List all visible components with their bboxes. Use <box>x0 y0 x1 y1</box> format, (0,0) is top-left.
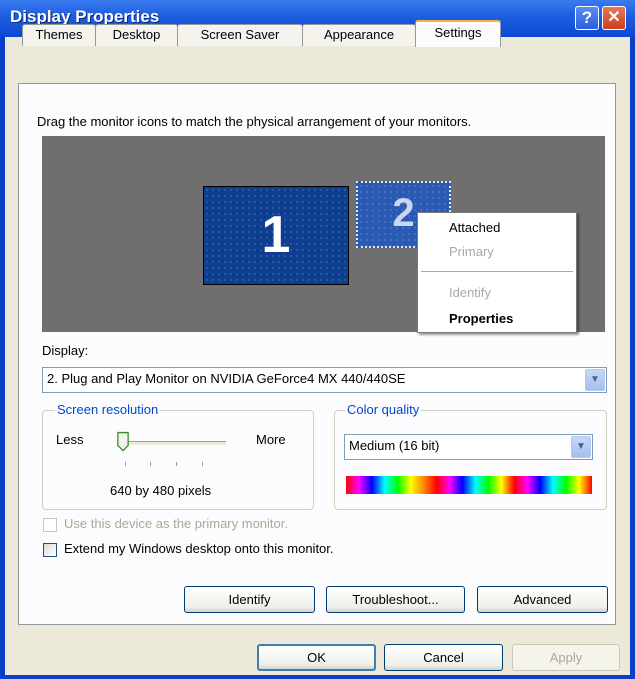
cancel-button[interactable]: Cancel <box>384 644 503 671</box>
apply-button[interactable]: Apply <box>512 644 620 671</box>
color-quality-group <box>334 410 607 510</box>
resolution-value: 640 by 480 pixels <box>110 483 212 498</box>
primary-monitor-checkbox[interactable] <box>43 518 57 532</box>
tab-label: Themes <box>35 27 83 42</box>
instruction-text: Drag the monitor icons to match the phys… <box>37 114 472 129</box>
slider-tick <box>125 462 126 466</box>
close-icon: ✕ <box>607 9 621 26</box>
monitor-number: 2 <box>392 191 415 235</box>
slider-tick <box>202 462 203 466</box>
menu-item-identify[interactable]: Identify <box>449 285 491 300</box>
tab-themes[interactable]: Themes <box>22 24 96 46</box>
slider-tick <box>176 462 177 466</box>
color-quality-select[interactable]: Medium (16 bit) ▼ <box>344 434 593 460</box>
dropdown-arrow-icon[interactable]: ▼ <box>585 369 605 391</box>
slider-tick <box>150 462 151 466</box>
resolution-slider-thumb[interactable] <box>117 431 129 453</box>
menu-item-properties[interactable]: Properties <box>449 311 513 326</box>
menu-item-primary[interactable]: Primary <box>449 244 494 259</box>
primary-monitor-label: Use this device as the primary monitor. <box>64 516 288 531</box>
troubleshoot-button[interactable]: Troubleshoot... <box>326 586 465 613</box>
menu-item-attached[interactable]: Attached <box>449 220 500 235</box>
tab-label: Settings <box>434 25 482 40</box>
display-select-value: 2. Plug and Play Monitor on NVIDIA GeFor… <box>47 371 406 386</box>
screen-resolution-label: Screen resolution <box>55 402 161 417</box>
tab-label: Desktop <box>112 27 161 42</box>
color-quality-value: Medium (16 bit) <box>349 438 440 453</box>
monitor-number: 1 <box>261 206 291 264</box>
identify-button[interactable]: Identify <box>184 586 315 613</box>
display-select[interactable]: 2. Plug and Play Monitor on NVIDIA GeFor… <box>42 367 607 393</box>
monitor-context-menu: Attached Primary Identify Properties <box>417 212 577 333</box>
ok-button[interactable]: OK <box>257 644 376 671</box>
display-label: Display: <box>42 343 89 358</box>
resolution-less-label: Less <box>56 432 84 447</box>
extend-desktop-checkbox[interactable] <box>43 543 57 557</box>
extend-desktop-label: Extend my Windows desktop onto this moni… <box>64 541 334 556</box>
color-quality-label: Color quality <box>345 402 422 417</box>
monitor-1-icon[interactable]: 1 <box>203 186 349 285</box>
help-button[interactable]: ? <box>575 6 599 30</box>
close-button[interactable]: ✕ <box>602 6 626 30</box>
advanced-button[interactable]: Advanced <box>477 586 608 613</box>
resolution-more-label: More <box>256 432 286 447</box>
tab-appearance[interactable]: Appearance <box>302 24 416 46</box>
menu-separator <box>421 271 573 272</box>
color-spectrum-bar <box>346 476 592 494</box>
help-icon: ? <box>581 8 593 27</box>
tab-label: Screen Saver <box>200 27 280 42</box>
resolution-slider-track[interactable] <box>118 441 226 446</box>
tab-settings[interactable]: Settings <box>415 20 501 47</box>
tab-desktop[interactable]: Desktop <box>95 24 178 46</box>
display-properties-window: Display Properties ? ✕ Themes Desktop Sc… <box>0 0 635 679</box>
tab-screen-saver[interactable]: Screen Saver <box>177 24 303 46</box>
dropdown-arrow-icon[interactable]: ▼ <box>571 436 591 458</box>
tab-label: Appearance <box>323 27 395 42</box>
